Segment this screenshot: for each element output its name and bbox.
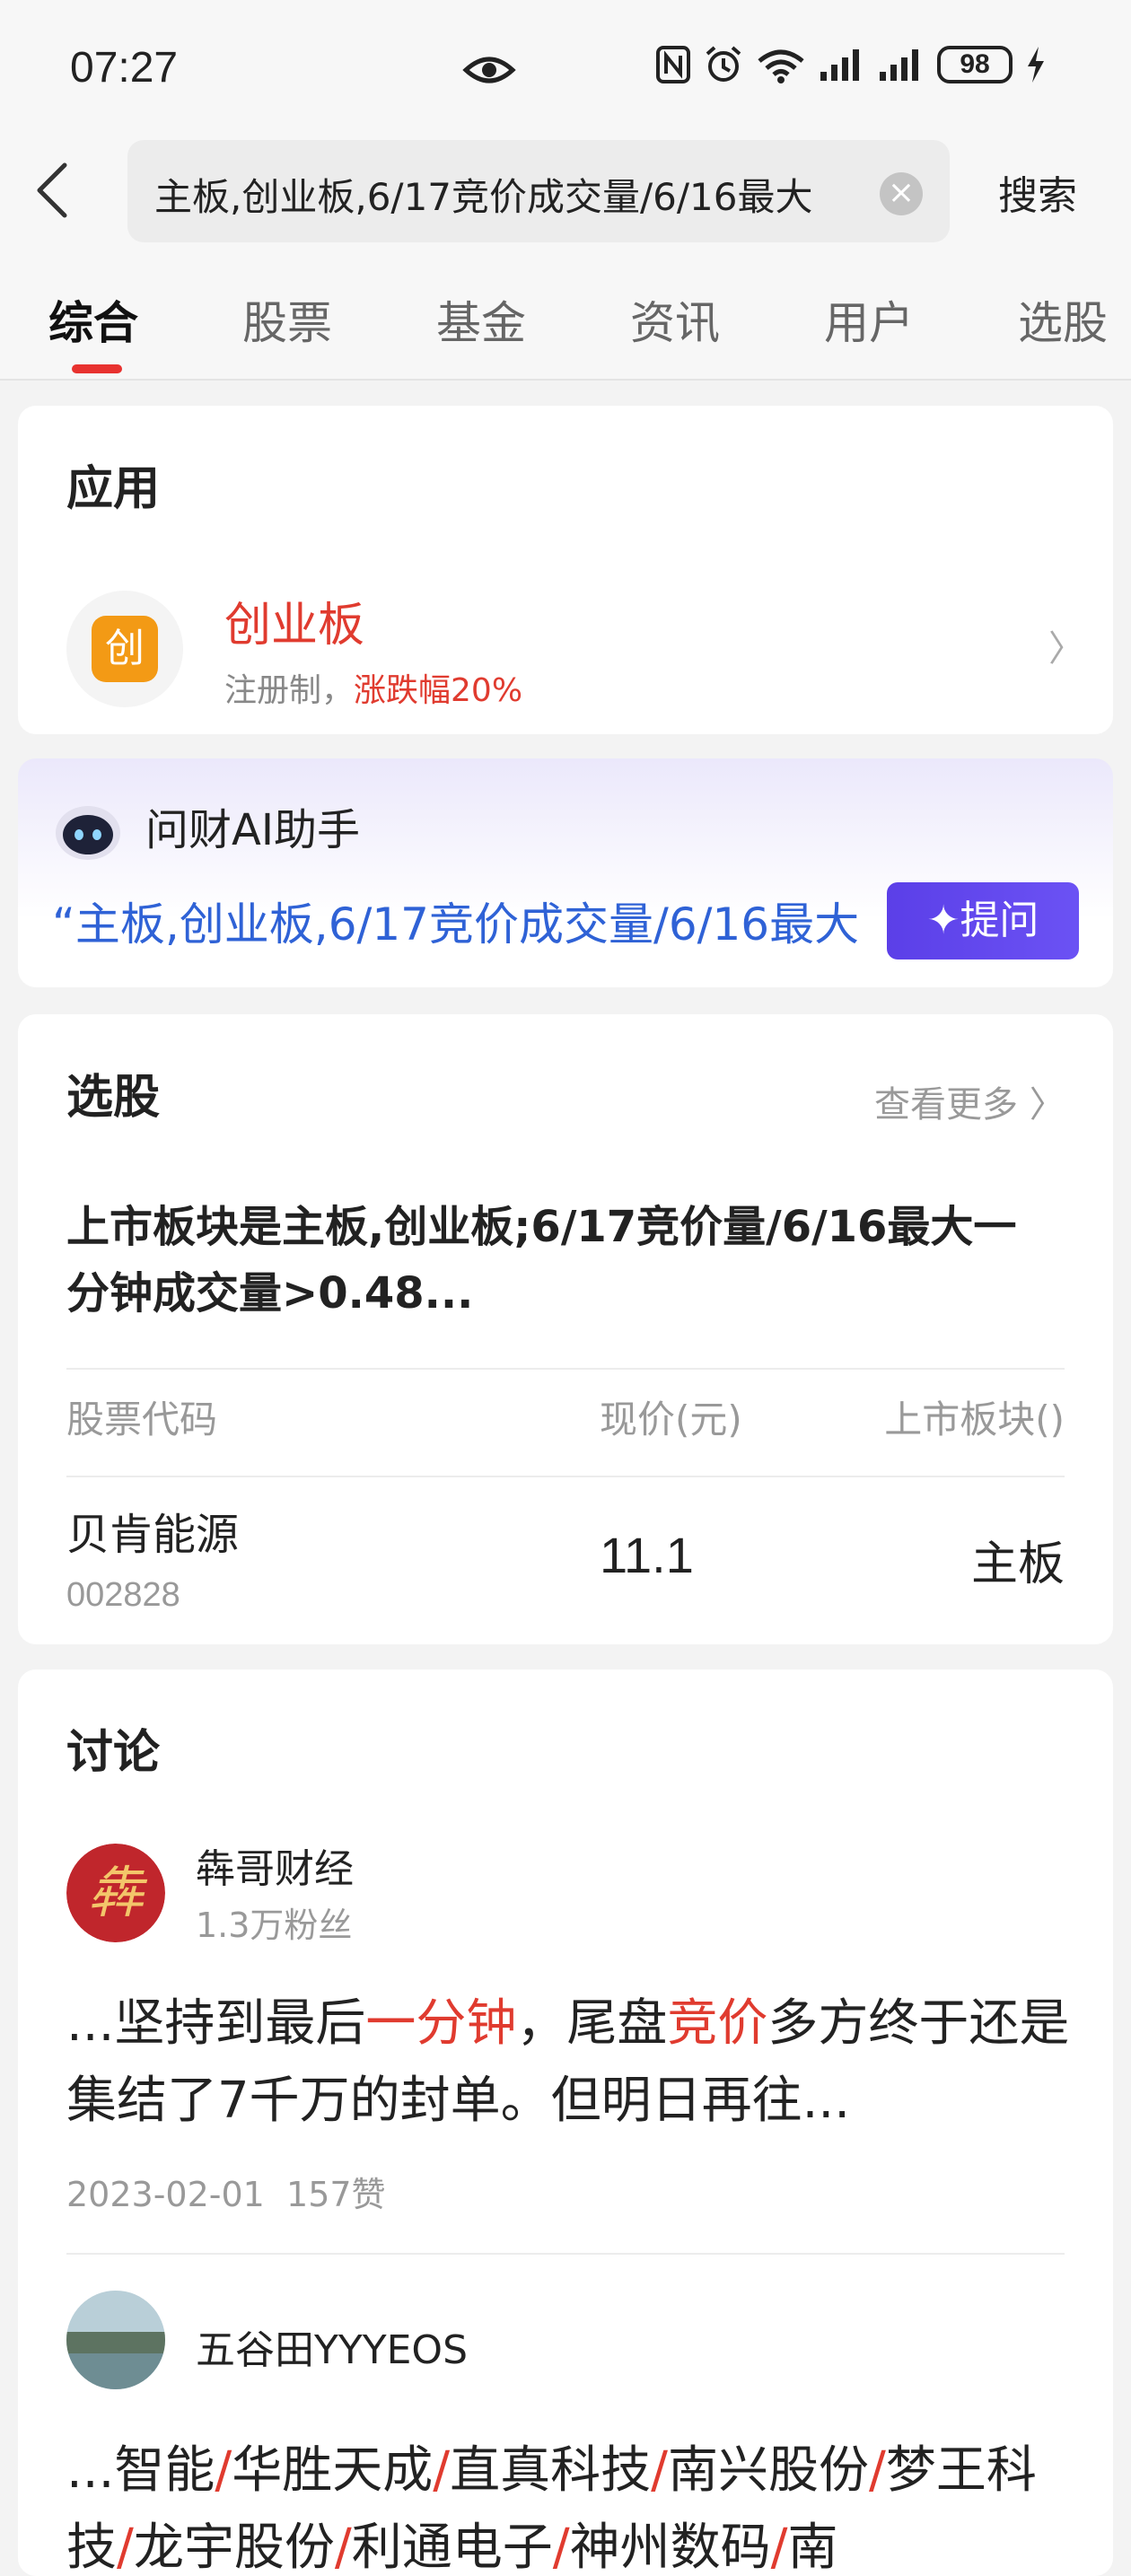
post-separator: /	[869, 2441, 886, 2500]
search-input[interactable]: 主板,创业板,6/17竞价成交量/6/16最大 ×	[127, 140, 950, 242]
post-separator: /	[117, 2519, 134, 2576]
post-text: ...坚持到最后	[66, 1994, 366, 2053]
discussion-card: 讨论 犇 犇哥财经 1.3万粉丝 ...坚持到最后一分钟，尾盘竞价多方终于还是集…	[18, 1669, 1113, 2576]
search-row: 主板,创业板,6/17竞价成交量/6/16最大 × 搜索	[0, 135, 1131, 251]
search-button[interactable]: 搜索	[998, 163, 1077, 221]
app-desc-prefix: 注册制，	[224, 672, 355, 709]
clear-icon[interactable]: ×	[880, 172, 923, 215]
ai-suggested-question[interactable]: “主板,创业板,6/17竞价成交量/6/16最大一分钟成交量	[52, 889, 860, 953]
post-text: ，尾盘	[516, 1994, 668, 2053]
battery-indicator: 98	[937, 46, 1013, 83]
post-content[interactable]: ...智能/华胜天成/直真科技/南兴股份/梦王科技/龙宇股份/利通电子/神州数码…	[66, 2432, 1072, 2576]
author-name[interactable]: 犇哥财经	[196, 1836, 354, 1894]
post-meta: 2023-02-01 157赞	[66, 2167, 386, 2216]
post-text: 南兴股份	[668, 2441, 870, 2500]
view-more-label: 查看更多	[874, 1084, 1018, 1126]
nfc-icon	[656, 46, 690, 83]
tab-funds[interactable]: 基金	[436, 287, 526, 352]
divider	[66, 1368, 1065, 1370]
tab-users[interactable]: 用户	[824, 287, 914, 352]
stock-board: 主板	[970, 1538, 1065, 1591]
column-header-board: 上市板块()	[884, 1398, 1065, 1441]
apps-title: 应用	[66, 462, 161, 516]
app-desc-highlight: 涨跌幅20%	[354, 672, 523, 709]
stock-pick-query[interactable]: 上市板块是主板,创业板;6/17竞价量/6/16最大一分钟成交量>0.48...	[66, 1194, 1054, 1327]
search-query-text: 主板,创业板,6/17竞价成交量/6/16最大	[154, 175, 813, 219]
signal-icon	[880, 49, 918, 81]
active-tab-indicator	[72, 364, 122, 373]
post-highlight: 一分钟	[365, 1994, 517, 2053]
post-text: 利通电子	[351, 2519, 553, 2576]
ai-assistant-title: 问财AI助手	[145, 805, 360, 855]
post-text: 神州数码	[569, 2519, 771, 2576]
post-separator: /	[552, 2519, 570, 2576]
back-icon[interactable]	[27, 154, 81, 226]
post-text: ...智能	[66, 2441, 215, 2500]
chevron-right-icon: 〉	[1029, 1084, 1065, 1126]
chinext-app-icon: 创	[92, 616, 158, 682]
stock-name: 贝肯能源	[66, 1510, 240, 1560]
post-text: 南	[787, 2519, 838, 2576]
post-text: 龙宇股份	[133, 2519, 335, 2576]
post-highlight: 竞价	[667, 1994, 768, 2053]
svg-text:犇: 犇	[88, 1860, 148, 1925]
view-more-link[interactable]: 查看更多 〉	[874, 1075, 1065, 1127]
tab-stock-picker[interactable]: 选股	[1018, 287, 1108, 352]
divider	[66, 1476, 1065, 1477]
chevron-right-icon[interactable]: 〉	[1048, 619, 1084, 671]
status-time: 07:27	[70, 44, 179, 92]
discussion-title: 讨论	[66, 1726, 161, 1780]
tab-news[interactable]: 资讯	[630, 287, 720, 352]
stock-code: 002828	[66, 1576, 180, 1614]
app-icon-container[interactable]: 创	[66, 591, 183, 707]
apps-card: 应用 创 创业板 注册制，涨跌幅20% 〉	[18, 406, 1113, 734]
column-header-price: 现价(元)	[600, 1398, 742, 1441]
post-separator: /	[433, 2441, 451, 2500]
ask-button[interactable]: ✦提问	[887, 882, 1079, 959]
category-tabs: 综合 股票 基金 资讯 用户 选股	[0, 251, 1131, 381]
app-description: 注册制，涨跌幅20%	[224, 664, 522, 711]
avatar[interactable]	[66, 2291, 165, 2389]
post-separator: /	[215, 2441, 232, 2500]
column-header-code: 股票代码	[66, 1398, 218, 1441]
tab-stocks[interactable]: 股票	[242, 287, 332, 352]
ask-button-label: 提问	[960, 898, 1039, 943]
stock-pick-title: 选股	[66, 1071, 161, 1125]
status-icons: 98	[655, 45, 1047, 84]
signal-icon	[820, 49, 859, 81]
status-bar: 07:27 98	[0, 0, 1131, 135]
robot-icon	[56, 806, 120, 860]
stock-price: 11.1	[600, 1527, 694, 1583]
post-content[interactable]: ...坚持到最后一分钟，尾盘竞价多方终于还是集结了7千万的封单。但明日再往...	[66, 1985, 1072, 2140]
author-avatar-image: 犇	[66, 1844, 165, 1942]
post-text: 直真科技	[450, 2441, 652, 2500]
alarm-icon	[706, 46, 741, 82]
tab-comprehensive[interactable]: 综合	[48, 287, 138, 352]
post-date: 2023-02-01	[66, 2175, 265, 2214]
author-name[interactable]: 五谷田YYYEOS	[196, 2318, 468, 2375]
avatar[interactable]: 犇	[66, 1844, 165, 1942]
stock-pick-card: 选股 查看更多 〉 上市板块是主板,创业板;6/17竞价量/6/16最大一分钟成…	[18, 1014, 1113, 1644]
author-fans: 1.3万粉丝	[196, 1906, 353, 1945]
charging-icon	[1028, 47, 1044, 83]
post-likes: 157赞	[286, 2175, 386, 2214]
post-text: 华胜天成	[232, 2441, 434, 2500]
author-avatar-image	[66, 2291, 165, 2389]
post-separator: /	[334, 2519, 352, 2576]
app-name[interactable]: 创业板	[224, 587, 364, 654]
divider	[66, 2253, 1065, 2255]
eye-icon	[462, 57, 516, 83]
post-separator: /	[651, 2441, 669, 2500]
sparkle-icon: ✦	[926, 898, 960, 943]
wifi-icon	[758, 49, 804, 83]
post-separator: /	[770, 2519, 788, 2576]
ai-assistant-card: 问财AI助手 “主板,创业板,6/17竞价成交量/6/16最大一分钟成交量 ✦提…	[18, 758, 1113, 987]
